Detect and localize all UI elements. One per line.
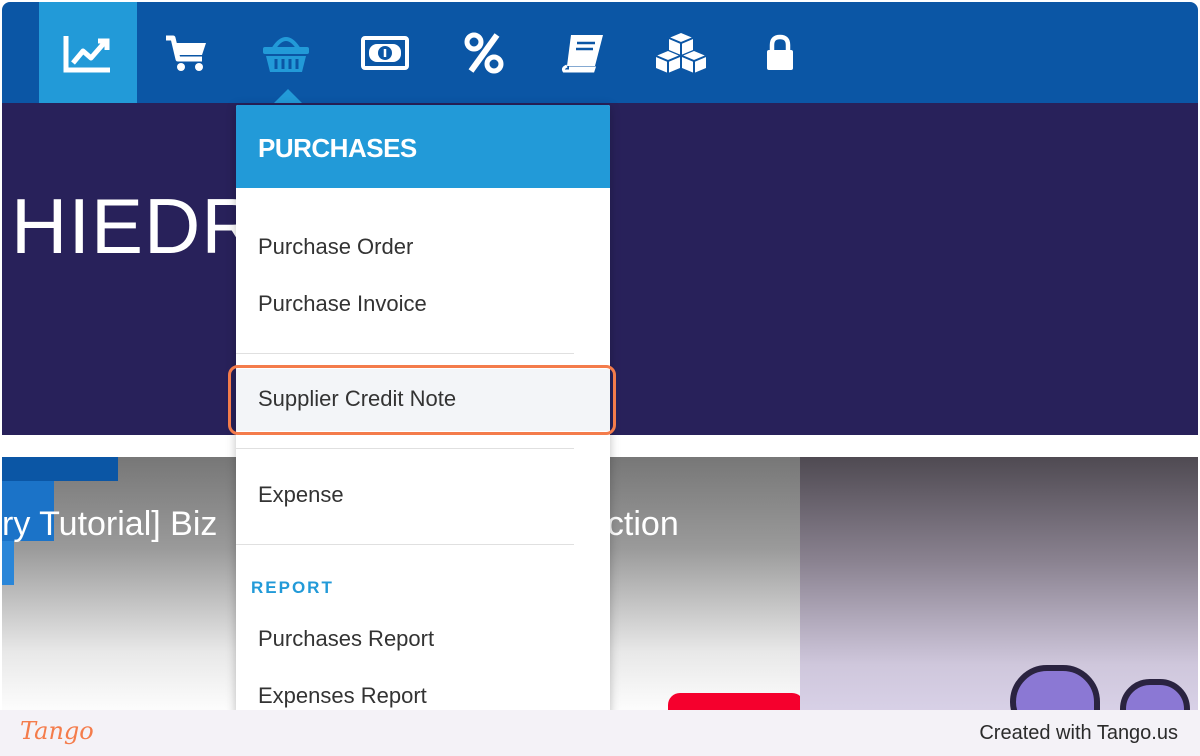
dropdown-header: PURCHASES [236, 105, 610, 188]
nav-item-banking[interactable] [336, 2, 434, 103]
menu-item-label: Expenses Report [258, 683, 427, 708]
video-thumbnail-secondary[interactable] [800, 457, 1198, 710]
book-icon [561, 34, 603, 72]
menu-item-label: Purchase Order [258, 234, 414, 259]
youtube-play-button[interactable] [668, 693, 800, 710]
basket-icon [263, 36, 309, 72]
dropdown-pointer [274, 89, 302, 103]
hero-title: HIEDR [11, 182, 259, 270]
video-title: ry Tutorial] Biz uction [2, 505, 679, 544]
top-navigation-bar [2, 2, 1198, 103]
menu-item-purchases-report[interactable]: Purchases Report [236, 614, 610, 664]
menu-item-purchase-order[interactable]: Purchase Order [236, 222, 610, 272]
lock-icon [767, 34, 793, 70]
thumbnail-graphic [1010, 665, 1100, 710]
menu-divider [236, 448, 574, 449]
money-bill-icon [361, 35, 409, 70]
menu-item-expenses-report[interactable]: Expenses Report [236, 671, 610, 710]
menu-item-label: Expense [258, 482, 344, 507]
section-heading-report: REPORT [251, 578, 334, 597]
menu-item-purchase-invoice[interactable]: Purchase Invoice [236, 279, 610, 329]
app-window: HIEDR ry Tutorial] Biz uction PURCHASES … [2, 2, 1198, 710]
nav-item-sales[interactable] [137, 2, 235, 103]
percent-icon [464, 32, 504, 73]
video-title-start: ry Tutorial] Biz [2, 505, 218, 543]
menu-item-label: Purchases Report [258, 626, 435, 651]
menu-divider [236, 544, 574, 545]
cubes-icon [655, 32, 707, 73]
nav-item-dashboard[interactable] [39, 2, 137, 103]
shopping-cart-icon [166, 35, 206, 71]
footer-credit: Created with Tango.us [979, 722, 1178, 744]
nav-item-accounting[interactable] [534, 2, 632, 103]
thumbnail-graphic [2, 541, 14, 585]
nav-item-inventory[interactable] [632, 2, 730, 103]
tango-logo[interactable]: Tango [20, 717, 94, 745]
nav-item-tax[interactable] [435, 2, 533, 103]
nav-item-settings[interactable] [731, 2, 829, 103]
step-highlight-box [228, 365, 616, 435]
chart-line-icon [63, 35, 110, 72]
thumbnail-graphic [2, 457, 118, 481]
thumbnail-graphic [1120, 679, 1190, 710]
menu-item-expense[interactable]: Expense [236, 470, 610, 520]
footer-bar: Tango Created with Tango.us [0, 710, 1200, 756]
menu-item-label: Purchase Invoice [258, 291, 427, 316]
nav-item-purchases[interactable] [237, 2, 335, 103]
menu-divider [236, 353, 574, 354]
dropdown-title: PURCHASES [258, 133, 417, 163]
